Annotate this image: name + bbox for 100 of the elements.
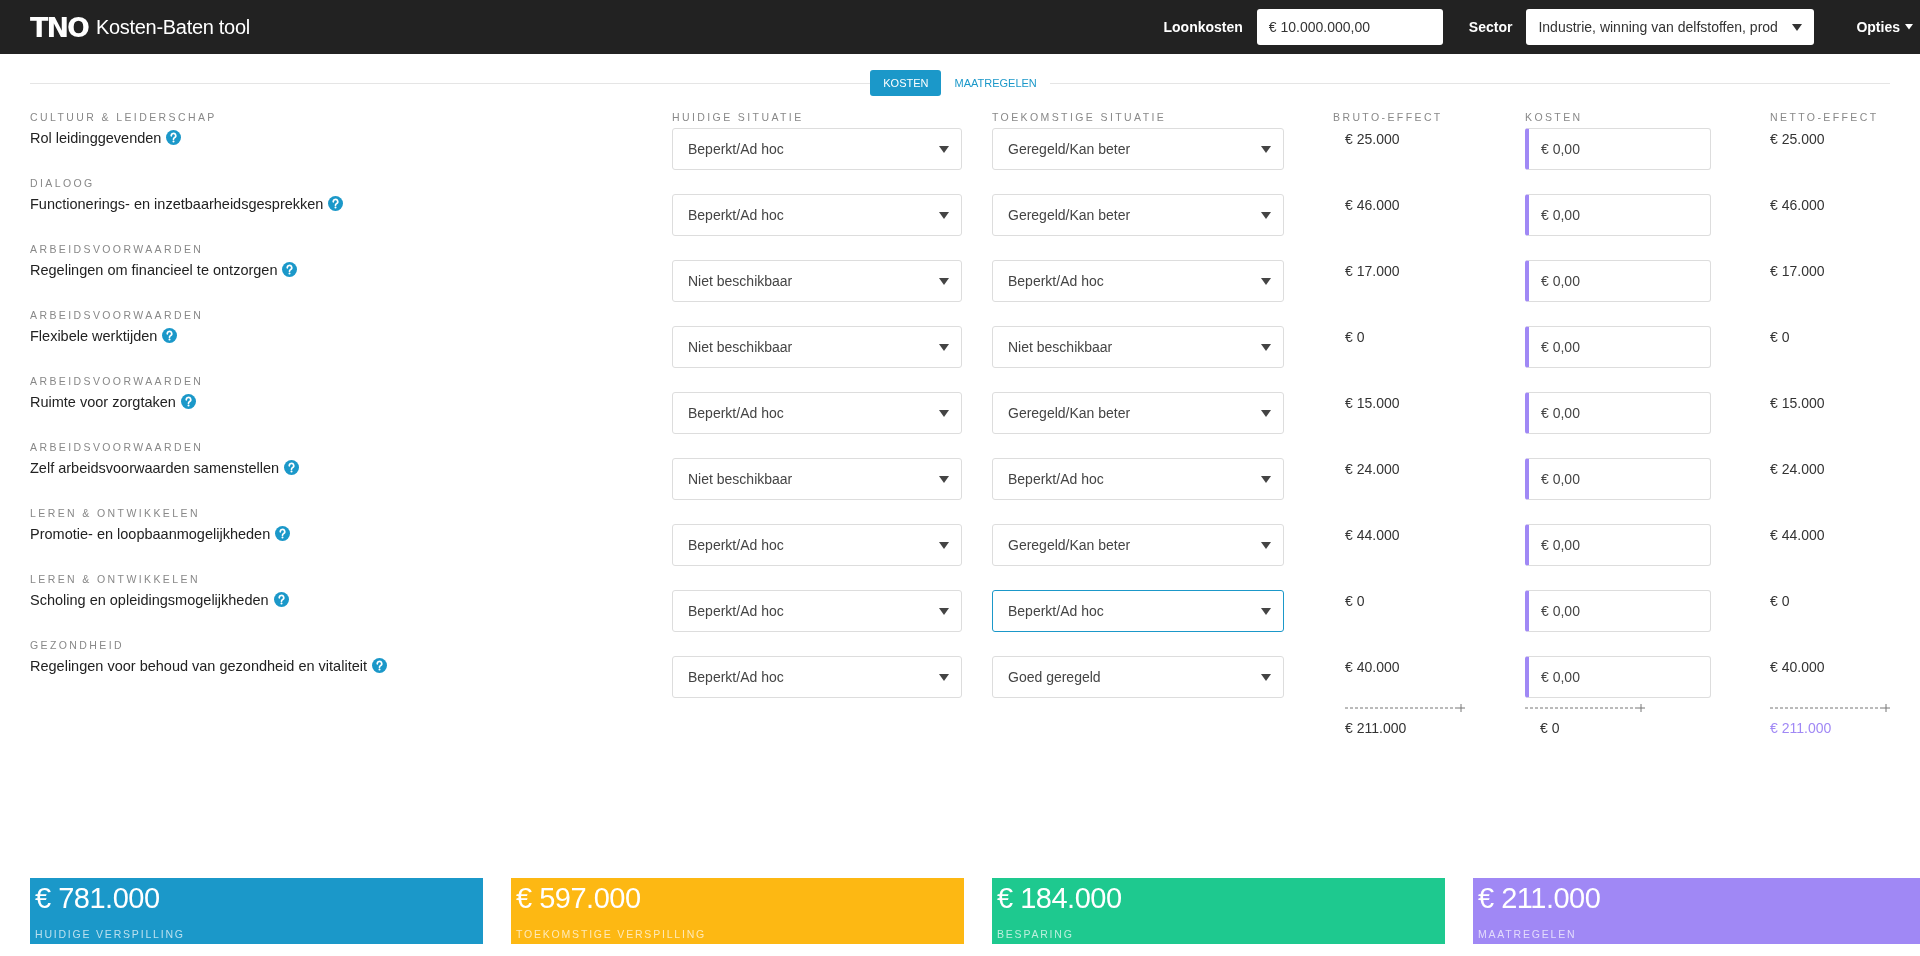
costs-field[interactable]: € 0,00 bbox=[1525, 524, 1711, 566]
caret-icon bbox=[939, 475, 949, 483]
category-label: LEREN & ONTWIKKELEN bbox=[30, 506, 201, 521]
measure-title: Promotie- en loopbaanmogelijkheden bbox=[30, 526, 271, 542]
help-icon[interactable] bbox=[180, 394, 196, 409]
costs-field[interactable]: € 0,00 bbox=[1525, 656, 1711, 698]
measure-title: Zelf arbeidsvoorwaarden samenstellen bbox=[30, 460, 280, 476]
column-header: TOEKOMSTIGE SITUATIE bbox=[992, 110, 1168, 125]
costs-field[interactable]: € 0,00 bbox=[1525, 326, 1711, 368]
costs-field[interactable]: € 0,00 bbox=[1525, 392, 1711, 434]
caret-icon bbox=[939, 211, 949, 219]
gross-effect: € 46.000 bbox=[1344, 196, 1401, 215]
net-effect: € 17.000 bbox=[1769, 262, 1826, 281]
future-situation-select[interactable]: Beperkt/Ad hoc bbox=[992, 458, 1284, 500]
help-icon[interactable] bbox=[162, 328, 178, 343]
current-situation-select[interactable]: Beperkt/Ad hoc bbox=[672, 194, 962, 236]
loonkosten-field[interactable]: € 10.000.000,00 bbox=[1256, 9, 1443, 45]
caret-icon bbox=[1261, 211, 1271, 219]
column-header: NETTO-EFFECT bbox=[1769, 110, 1880, 125]
future-situation-select[interactable]: Geregeld/Kan beter bbox=[992, 392, 1284, 434]
gross-effect: € 40.000 bbox=[1344, 658, 1401, 677]
costs-field[interactable]: € 0,00 bbox=[1525, 590, 1711, 632]
caret-icon bbox=[939, 343, 949, 351]
gross-effect: € 17.000 bbox=[1344, 262, 1401, 281]
future-situation-select[interactable]: Beperkt/Ad hoc bbox=[992, 590, 1284, 632]
caret-icon bbox=[939, 409, 949, 417]
measure-title: Ruimte voor zorgtaken bbox=[30, 394, 176, 410]
future-situation-select[interactable]: Beperkt/Ad hoc bbox=[992, 260, 1284, 302]
caret-icon bbox=[1261, 343, 1271, 351]
gross-effect: € 25.000 bbox=[1344, 130, 1401, 149]
gross-effect: € 0 bbox=[1344, 328, 1366, 347]
logo: TNO bbox=[30, 11, 88, 43]
category-label: DIALOOG bbox=[30, 176, 96, 191]
costs-field[interactable]: € 0,00 bbox=[1525, 194, 1711, 236]
app-title: Kosten-Baten tool bbox=[95, 15, 250, 39]
summary-value: € 781.000 bbox=[35, 882, 161, 915]
future-situation-select[interactable]: Niet beschikbaar bbox=[992, 326, 1284, 368]
costs-total: € 0 bbox=[1539, 720, 1561, 736]
costs-field[interactable]: € 0,00 bbox=[1525, 458, 1711, 500]
net-effect: € 0 bbox=[1769, 328, 1791, 347]
future-situation-select[interactable]: Geregeld/Kan beter bbox=[992, 194, 1284, 236]
category-label: ARBEIDSVOORWAARDEN bbox=[30, 374, 205, 389]
caret-icon bbox=[1261, 475, 1271, 483]
gross-effect: € 15.000 bbox=[1344, 394, 1401, 413]
help-icon[interactable] bbox=[328, 196, 344, 211]
current-situation-select[interactable]: Beperkt/Ad hoc bbox=[672, 656, 962, 698]
summary-value: € 184.000 bbox=[997, 882, 1123, 915]
help-icon[interactable] bbox=[273, 592, 289, 607]
caret-icon bbox=[939, 607, 949, 615]
net-effect: € 46.000 bbox=[1769, 196, 1826, 215]
current-situation-select[interactable]: Niet beschikbaar bbox=[672, 260, 962, 302]
caret-icon bbox=[1792, 23, 1803, 31]
help-icon[interactable] bbox=[372, 658, 387, 673]
help-icon[interactable] bbox=[166, 130, 182, 145]
help-icon[interactable] bbox=[284, 460, 300, 475]
net-effect: € 0 bbox=[1769, 592, 1791, 611]
net-total: € 211.000 bbox=[1770, 720, 1833, 736]
current-situation-select[interactable]: Beperkt/Ad hoc bbox=[672, 524, 962, 566]
gross-total: € 211.000 bbox=[1345, 720, 1408, 736]
options-menu[interactable]: Opties bbox=[1856, 19, 1914, 35]
future-situation-select[interactable]: Goed geregeld bbox=[992, 656, 1284, 698]
net-effect: € 40.000 bbox=[1769, 658, 1826, 677]
gross-effect: € 0 bbox=[1344, 592, 1366, 611]
caret-icon bbox=[1261, 607, 1271, 615]
future-situation-select[interactable]: Geregeld/Kan beter bbox=[992, 128, 1284, 170]
summary-label: MAATREGELEN bbox=[1478, 928, 1578, 940]
help-icon[interactable] bbox=[282, 262, 298, 277]
net-effect: € 24.000 bbox=[1769, 460, 1826, 479]
category-label: GEZONDHEID bbox=[30, 638, 125, 653]
caret-icon bbox=[1261, 409, 1271, 417]
net-effect: € 25.000 bbox=[1769, 130, 1826, 149]
net-effect: € 44.000 bbox=[1769, 526, 1826, 545]
caret-icon bbox=[1904, 24, 1914, 30]
measure-title: Functionerings- en inzetbaarheidsgesprekken bbox=[30, 196, 324, 212]
gross-effect: € 24.000 bbox=[1344, 460, 1401, 479]
caret-icon bbox=[939, 541, 949, 549]
summary-value: € 597.000 bbox=[516, 882, 642, 915]
help-icon[interactable] bbox=[275, 526, 291, 541]
summary-value: € 211.000 bbox=[1478, 882, 1602, 915]
measure-title: Rol leidinggevenden bbox=[30, 130, 162, 146]
caret-icon bbox=[939, 277, 949, 285]
column-header: HUIDIGE SITUATIE bbox=[672, 110, 805, 125]
current-situation-select[interactable]: Niet beschikbaar bbox=[672, 326, 962, 368]
costs-field[interactable]: € 0,00 bbox=[1525, 128, 1711, 170]
net-effect: € 15.000 bbox=[1769, 394, 1826, 413]
current-situation-select[interactable]: Beperkt/Ad hoc bbox=[672, 392, 962, 434]
sector-select[interactable]: Industrie, winning van delfstoffen, prod bbox=[1526, 9, 1815, 45]
measure-title: Scholing en opleidingsmogelijkheden bbox=[30, 592, 269, 608]
caret-icon bbox=[1261, 673, 1271, 681]
category-label: ARBEIDSVOORWAARDEN bbox=[30, 308, 205, 323]
sector-label: Sector bbox=[1468, 19, 1513, 35]
costs-field[interactable]: € 0,00 bbox=[1525, 260, 1711, 302]
current-situation-select[interactable]: Beperkt/Ad hoc bbox=[672, 128, 962, 170]
future-situation-select[interactable]: Geregeld/Kan beter bbox=[992, 524, 1284, 566]
current-situation-select[interactable]: Beperkt/Ad hoc bbox=[672, 590, 962, 632]
category-label: ARBEIDSVOORWAARDEN bbox=[30, 242, 205, 257]
summary-label: BESPARING bbox=[997, 928, 1075, 940]
current-situation-select[interactable]: Niet beschikbaar bbox=[672, 458, 962, 500]
column-header: KOSTEN bbox=[1525, 110, 1584, 125]
caret-icon bbox=[1261, 145, 1271, 153]
